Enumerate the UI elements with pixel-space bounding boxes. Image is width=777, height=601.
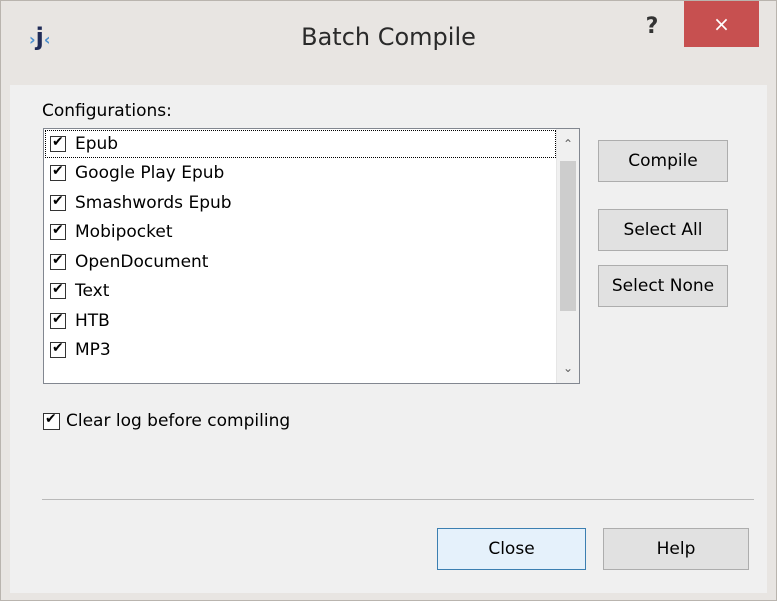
list-item[interactable]: MP3: [44, 336, 557, 366]
vertical-scrollbar[interactable]: ⌃ ⌄: [556, 129, 579, 383]
clear-log-option[interactable]: Clear log before compiling: [43, 411, 290, 431]
list-item-label: Smashwords Epub: [75, 192, 232, 213]
batch-compile-dialog: ›j‹ Batch Compile ? × Configurations: Ep…: [0, 0, 777, 601]
clear-log-checkbox[interactable]: [43, 411, 60, 430]
clear-log-label: Clear log before compiling: [66, 411, 291, 431]
list-item-label: Google Play Epub: [75, 163, 225, 184]
list-item-label: Mobipocket: [75, 222, 173, 243]
close-button[interactable]: Close: [437, 528, 586, 570]
help-button[interactable]: Help: [603, 528, 749, 570]
check-icon[interactable]: [50, 134, 66, 152]
check-icon[interactable]: [50, 252, 66, 270]
separator: [42, 499, 754, 500]
close-window-button[interactable]: ×: [684, 1, 759, 47]
list-item[interactable]: Text: [44, 277, 557, 307]
check-icon[interactable]: [50, 163, 66, 182]
list-item[interactable]: OpenDocument: [44, 247, 557, 277]
check-icon[interactable]: [50, 311, 66, 329]
title-bar[interactable]: ›j‹ Batch Compile ? ×: [1, 1, 776, 83]
configurations-listbox[interactable]: Epub Google Play Epub Smashwords Epub Mo…: [43, 128, 580, 384]
list-item[interactable]: HTB: [44, 306, 557, 336]
scrollbar-thumb[interactable]: [560, 161, 576, 311]
select-all-button[interactable]: Select All: [598, 209, 728, 251]
list-item-label: OpenDocument: [75, 251, 209, 272]
configurations-list: Epub Google Play Epub Smashwords Epub Mo…: [44, 129, 557, 383]
help-icon[interactable]: ?: [627, 7, 677, 51]
chevron-down-icon[interactable]: ⌄: [557, 357, 579, 379]
list-item-label: Text: [75, 281, 110, 302]
check-icon[interactable]: [50, 193, 66, 211]
check-icon[interactable]: [50, 340, 66, 359]
check-icon[interactable]: [50, 281, 66, 300]
configurations-label: Configurations:: [42, 101, 172, 121]
list-item[interactable]: Smashwords Epub: [44, 188, 557, 218]
list-item[interactable]: Epub: [44, 129, 557, 159]
list-item-label: MP3: [75, 340, 111, 361]
dialog-body: Configurations: Epub Google Play Epub Sm…: [10, 85, 767, 593]
list-item[interactable]: Mobipocket: [44, 218, 557, 248]
list-item[interactable]: Google Play Epub: [44, 159, 557, 189]
check-icon[interactable]: [50, 222, 66, 241]
select-none-button[interactable]: Select None: [598, 265, 728, 307]
compile-button[interactable]: Compile: [598, 140, 728, 182]
list-item-label: Epub: [75, 133, 119, 154]
chevron-up-icon[interactable]: ⌃: [557, 133, 579, 155]
list-item-label: HTB: [75, 310, 110, 331]
